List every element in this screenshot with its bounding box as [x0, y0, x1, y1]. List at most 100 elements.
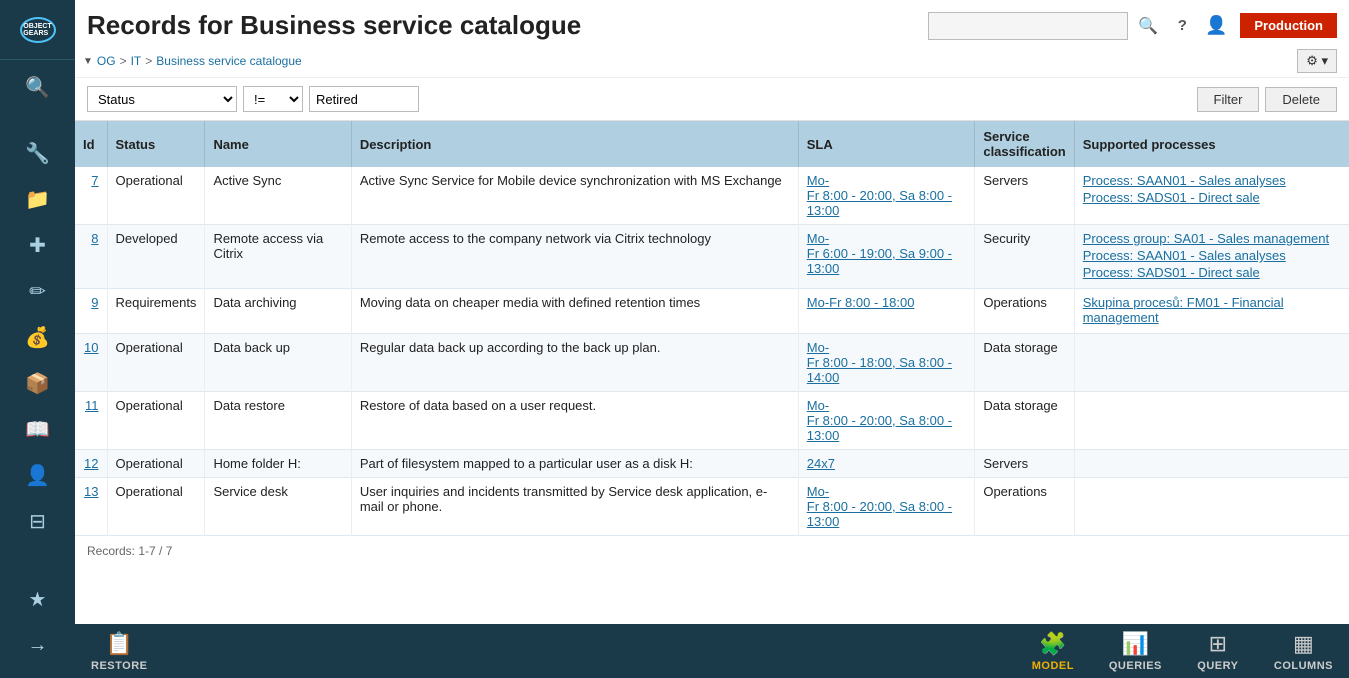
wrench-icon-btn[interactable]: 🔧 — [19, 134, 57, 172]
filter-operator-select[interactable]: != = — [243, 86, 303, 112]
plus-icon: ✚ — [29, 233, 46, 258]
cell-sla: 24x7 — [798, 450, 975, 478]
plus-icon-btn[interactable]: ✚ — [19, 226, 57, 264]
restore-label: RESTORE — [91, 660, 147, 672]
cell-status: Operational — [107, 450, 205, 478]
sla-link[interactable]: Mo- — [807, 398, 967, 413]
supported-process-link[interactable]: Skupina procesů: FM01 - Financial manage… — [1083, 295, 1341, 325]
search-sidebar-icon[interactable]: 🔍 — [19, 68, 57, 106]
sla-link[interactable]: Mo-Fr 8:00 - 18:00 — [807, 295, 967, 310]
cell-sla: Mo-Fr 8:00 - 20:00, Sa 8:00 - 13:00 — [798, 392, 975, 450]
cell-supported-processes: Process group: SA01 - Sales management Pr… — [1074, 225, 1349, 289]
sla-link[interactable]: 24x7 — [807, 456, 967, 471]
supported-process-link[interactable]: Process: SADS01 - Direct sale — [1083, 265, 1341, 280]
folder-icon-btn[interactable]: 📁 — [19, 180, 57, 218]
cell-service-classification: Operations — [975, 478, 1074, 536]
delete-button[interactable]: Delete — [1265, 87, 1337, 112]
sla-link[interactable]: Fr 8:00 - 20:00, Sa 8:00 - 13:00 — [807, 499, 967, 529]
col-name: Name — [205, 121, 351, 167]
cell-description: Restore of data based on a user request. — [351, 392, 798, 450]
id-link[interactable]: 10 — [84, 340, 98, 355]
supported-process-link[interactable]: Process: SAAN01 - Sales analyses — [1083, 173, 1341, 188]
bottom-query-btn[interactable]: ⊞ QUERY — [1178, 624, 1258, 678]
cell-id: 7 — [75, 167, 107, 225]
id-link[interactable]: 7 — [91, 173, 98, 188]
help-button[interactable]: ? — [1168, 12, 1196, 40]
bottom-model-btn[interactable]: 🧩 MODEL — [1013, 624, 1093, 678]
cell-service-classification: Data storage — [975, 334, 1074, 392]
sla-link[interactable]: Mo- — [807, 173, 967, 188]
top-search-input[interactable] — [928, 12, 1128, 40]
id-link[interactable]: 11 — [85, 398, 99, 413]
arrow-icon-btn[interactable]: → — [19, 626, 57, 664]
sla-link[interactable]: Mo- — [807, 231, 967, 246]
cell-name: Service desk — [205, 478, 351, 536]
cell-service-classification: Security — [975, 225, 1074, 289]
col-service-classification: Serviceclassification — [975, 121, 1074, 167]
bottom-queries-btn[interactable]: 📊 QUERIES — [1093, 624, 1178, 678]
cell-sla: Mo-Fr 8:00 - 20:00, Sa 8:00 - 13:00 — [798, 167, 975, 225]
coins-icon: 💰 — [25, 325, 50, 350]
search-icon: 🔍 — [25, 75, 50, 100]
table-header-row: Id Status Name Description SLA Servicecl… — [75, 121, 1349, 167]
person-icon: 👤 — [25, 463, 50, 488]
search-button[interactable]: 🔍 — [1134, 12, 1162, 40]
id-link[interactable]: 8 — [91, 231, 98, 246]
id-link[interactable]: 9 — [91, 295, 98, 310]
supported-process-link[interactable]: Process: SADS01 - Direct sale — [1083, 190, 1341, 205]
bottom-restore-btn[interactable]: 📋 RESTORE — [75, 624, 163, 678]
breadcrumb-catalogue[interactable]: Business service catalogue — [156, 54, 301, 68]
breadcrumb-og[interactable]: OG — [97, 54, 116, 68]
cell-service-classification: Operations — [975, 289, 1074, 334]
filter-field-select[interactable]: Status — [87, 86, 237, 112]
user-button[interactable]: 👤 — [1202, 12, 1230, 40]
table-row: 7OperationalActive SyncActive Sync Servi… — [75, 167, 1349, 225]
filter-button[interactable]: Filter — [1197, 87, 1260, 112]
id-link[interactable]: 12 — [84, 456, 98, 471]
box-icon: 📦 — [25, 371, 50, 396]
supported-process-link[interactable]: Process group: SA01 - Sales management — [1083, 231, 1341, 246]
sidebar: OBJECTGEARS 🔍 🔧 📁 ✚ ✏ 💰 📦 📖 👤 ⊟ ★ → — [0, 0, 75, 678]
coins-icon-btn[interactable]: 💰 — [19, 318, 57, 356]
cell-supported-processes: Process: SAAN01 - Sales analyses Process:… — [1074, 167, 1349, 225]
query-label: QUERY — [1197, 660, 1238, 672]
columns-label: COLUMNS — [1274, 660, 1333, 672]
settings-button[interactable]: ⚙ ▾ — [1297, 49, 1337, 73]
sla-link[interactable]: Fr 8:00 - 20:00, Sa 8:00 - 13:00 — [807, 188, 967, 218]
cell-sla: Mo-Fr 8:00 - 18:00, Sa 8:00 - 14:00 — [798, 334, 975, 392]
supported-process-link[interactable]: Process: SAAN01 - Sales analyses — [1083, 248, 1341, 263]
sla-link[interactable]: Fr 6:00 - 19:00, Sa 9:00 - 13:00 — [807, 246, 967, 276]
cell-supported-processes — [1074, 450, 1349, 478]
cell-supported-processes — [1074, 392, 1349, 450]
bottom-columns-btn[interactable]: ▦ COLUMNS — [1258, 624, 1349, 678]
sla-link[interactable]: Fr 8:00 - 18:00, Sa 8:00 - 14:00 — [807, 355, 967, 385]
app-logo[interactable]: OBJECTGEARS — [0, 0, 75, 60]
circuit-icon: ⊟ — [29, 509, 46, 534]
person-icon-btn[interactable]: 👤 — [19, 456, 57, 494]
cell-sla: Mo-Fr 8:00 - 20:00, Sa 8:00 - 13:00 — [798, 478, 975, 536]
table-row: 13OperationalService deskUser inquiries … — [75, 478, 1349, 536]
cell-name: Home folder H: — [205, 450, 351, 478]
book-icon-btn[interactable]: 📖 — [19, 410, 57, 448]
filter-value-input[interactable] — [309, 86, 419, 112]
star-icon-btn[interactable]: ★ — [19, 580, 57, 618]
model-icon: 🧩 — [1039, 631, 1066, 657]
cell-id: 8 — [75, 225, 107, 289]
cell-service-classification: Servers — [975, 450, 1074, 478]
box-icon-btn[interactable]: 📦 — [19, 364, 57, 402]
sla-link[interactable]: Mo- — [807, 484, 967, 499]
sla-link[interactable]: Mo- — [807, 340, 967, 355]
breadcrumb-it[interactable]: IT — [131, 54, 142, 68]
breadcrumb-dropdown-arrow[interactable]: ▼ — [83, 56, 93, 67]
id-link[interactable]: 13 — [84, 484, 98, 499]
circuit-icon-btn[interactable]: ⊟ — [19, 502, 57, 540]
records-count: Records: 1-7 / 7 — [75, 536, 1349, 566]
pencil-icon-btn[interactable]: ✏ — [19, 272, 57, 310]
main-content: Records for Business service catalogue 🔍… — [75, 0, 1349, 678]
col-status: Status — [107, 121, 205, 167]
cell-description: Regular data back up according to the ba… — [351, 334, 798, 392]
header-area: Records for Business service catalogue 🔍… — [75, 0, 1349, 45]
filter-bar: Status != = Filter Delete — [75, 78, 1349, 121]
records-table: Id Status Name Description SLA Servicecl… — [75, 121, 1349, 536]
sla-link[interactable]: Fr 8:00 - 20:00, Sa 8:00 - 13:00 — [807, 413, 967, 443]
